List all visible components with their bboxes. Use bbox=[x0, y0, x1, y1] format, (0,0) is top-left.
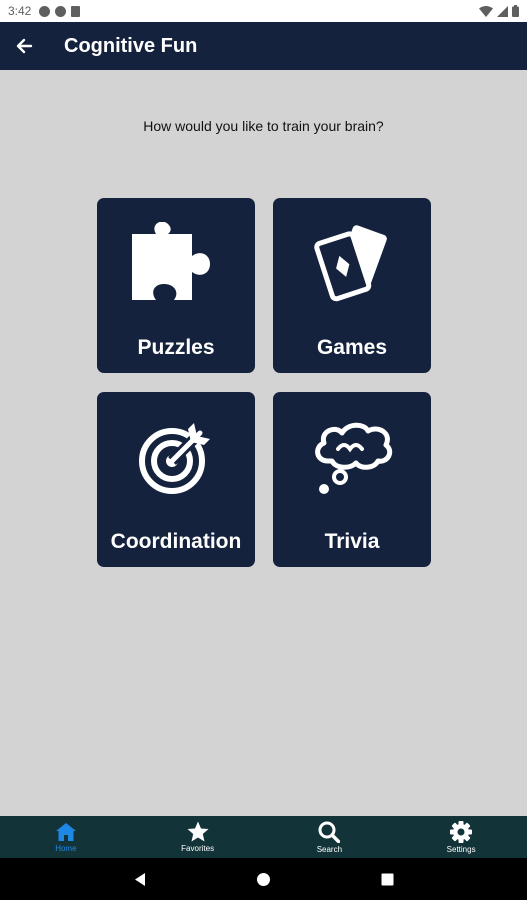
system-recents-button[interactable] bbox=[376, 867, 400, 891]
status-bar: 3:42 bbox=[0, 0, 527, 22]
nav-favorites-label: Favorites bbox=[181, 844, 215, 853]
notification-b-icon bbox=[55, 5, 67, 17]
signal-icon bbox=[497, 5, 508, 17]
sd-card-icon bbox=[71, 5, 81, 17]
system-status-icons bbox=[479, 5, 519, 17]
back-arrow-icon bbox=[16, 38, 33, 54]
app-bar: Cognitive Fun bbox=[0, 22, 527, 70]
nav-favorites[interactable]: Favorites bbox=[132, 816, 264, 858]
star-icon bbox=[187, 821, 209, 842]
back-button[interactable] bbox=[0, 22, 48, 70]
status-time: 3:42 bbox=[8, 4, 32, 18]
playing-cards-icon bbox=[273, 218, 431, 308]
trivia-tile[interactable]: Trivia bbox=[273, 392, 431, 567]
games-tile[interactable]: Games bbox=[273, 198, 431, 373]
nav-settings-label: Settings bbox=[446, 844, 476, 854]
bottom-nav: Home Favorites Search Settings bbox=[0, 816, 527, 858]
coordination-tile[interactable]: Coordination bbox=[97, 392, 255, 567]
puzzles-label: Puzzles bbox=[137, 336, 215, 359]
notification-icons bbox=[39, 5, 81, 17]
nav-settings[interactable]: Settings bbox=[395, 816, 527, 858]
wifi-icon bbox=[479, 5, 493, 17]
nav-search[interactable]: Search bbox=[264, 816, 396, 858]
puzzles-tile[interactable]: Puzzles bbox=[97, 198, 255, 373]
prompt-text: How would you like to train your brain? bbox=[143, 118, 384, 134]
page-title: Cognitive Fun bbox=[64, 34, 198, 57]
square-recents-icon bbox=[381, 873, 394, 885]
system-navigation-bar bbox=[0, 858, 527, 900]
puzzle-piece-icon bbox=[97, 218, 255, 308]
nav-home-label: Home bbox=[55, 843, 77, 853]
battery-icon bbox=[512, 5, 519, 17]
nav-search-label: Search bbox=[316, 844, 343, 854]
notification-a-icon bbox=[39, 5, 51, 17]
system-home-button[interactable] bbox=[252, 867, 276, 891]
thought-bubble-icon bbox=[273, 412, 431, 502]
nav-home[interactable]: Home bbox=[0, 816, 132, 858]
trivia-label: Trivia bbox=[324, 530, 380, 553]
triangle-back-icon bbox=[134, 872, 145, 886]
search-icon bbox=[318, 821, 341, 843]
target-icon bbox=[97, 412, 255, 502]
gear-icon bbox=[450, 820, 473, 843]
circle-home-icon bbox=[257, 872, 270, 886]
coordination-label: Coordination bbox=[110, 530, 242, 553]
games-label: Games bbox=[316, 336, 388, 359]
home-icon bbox=[55, 822, 76, 841]
system-back-button[interactable] bbox=[128, 867, 152, 891]
